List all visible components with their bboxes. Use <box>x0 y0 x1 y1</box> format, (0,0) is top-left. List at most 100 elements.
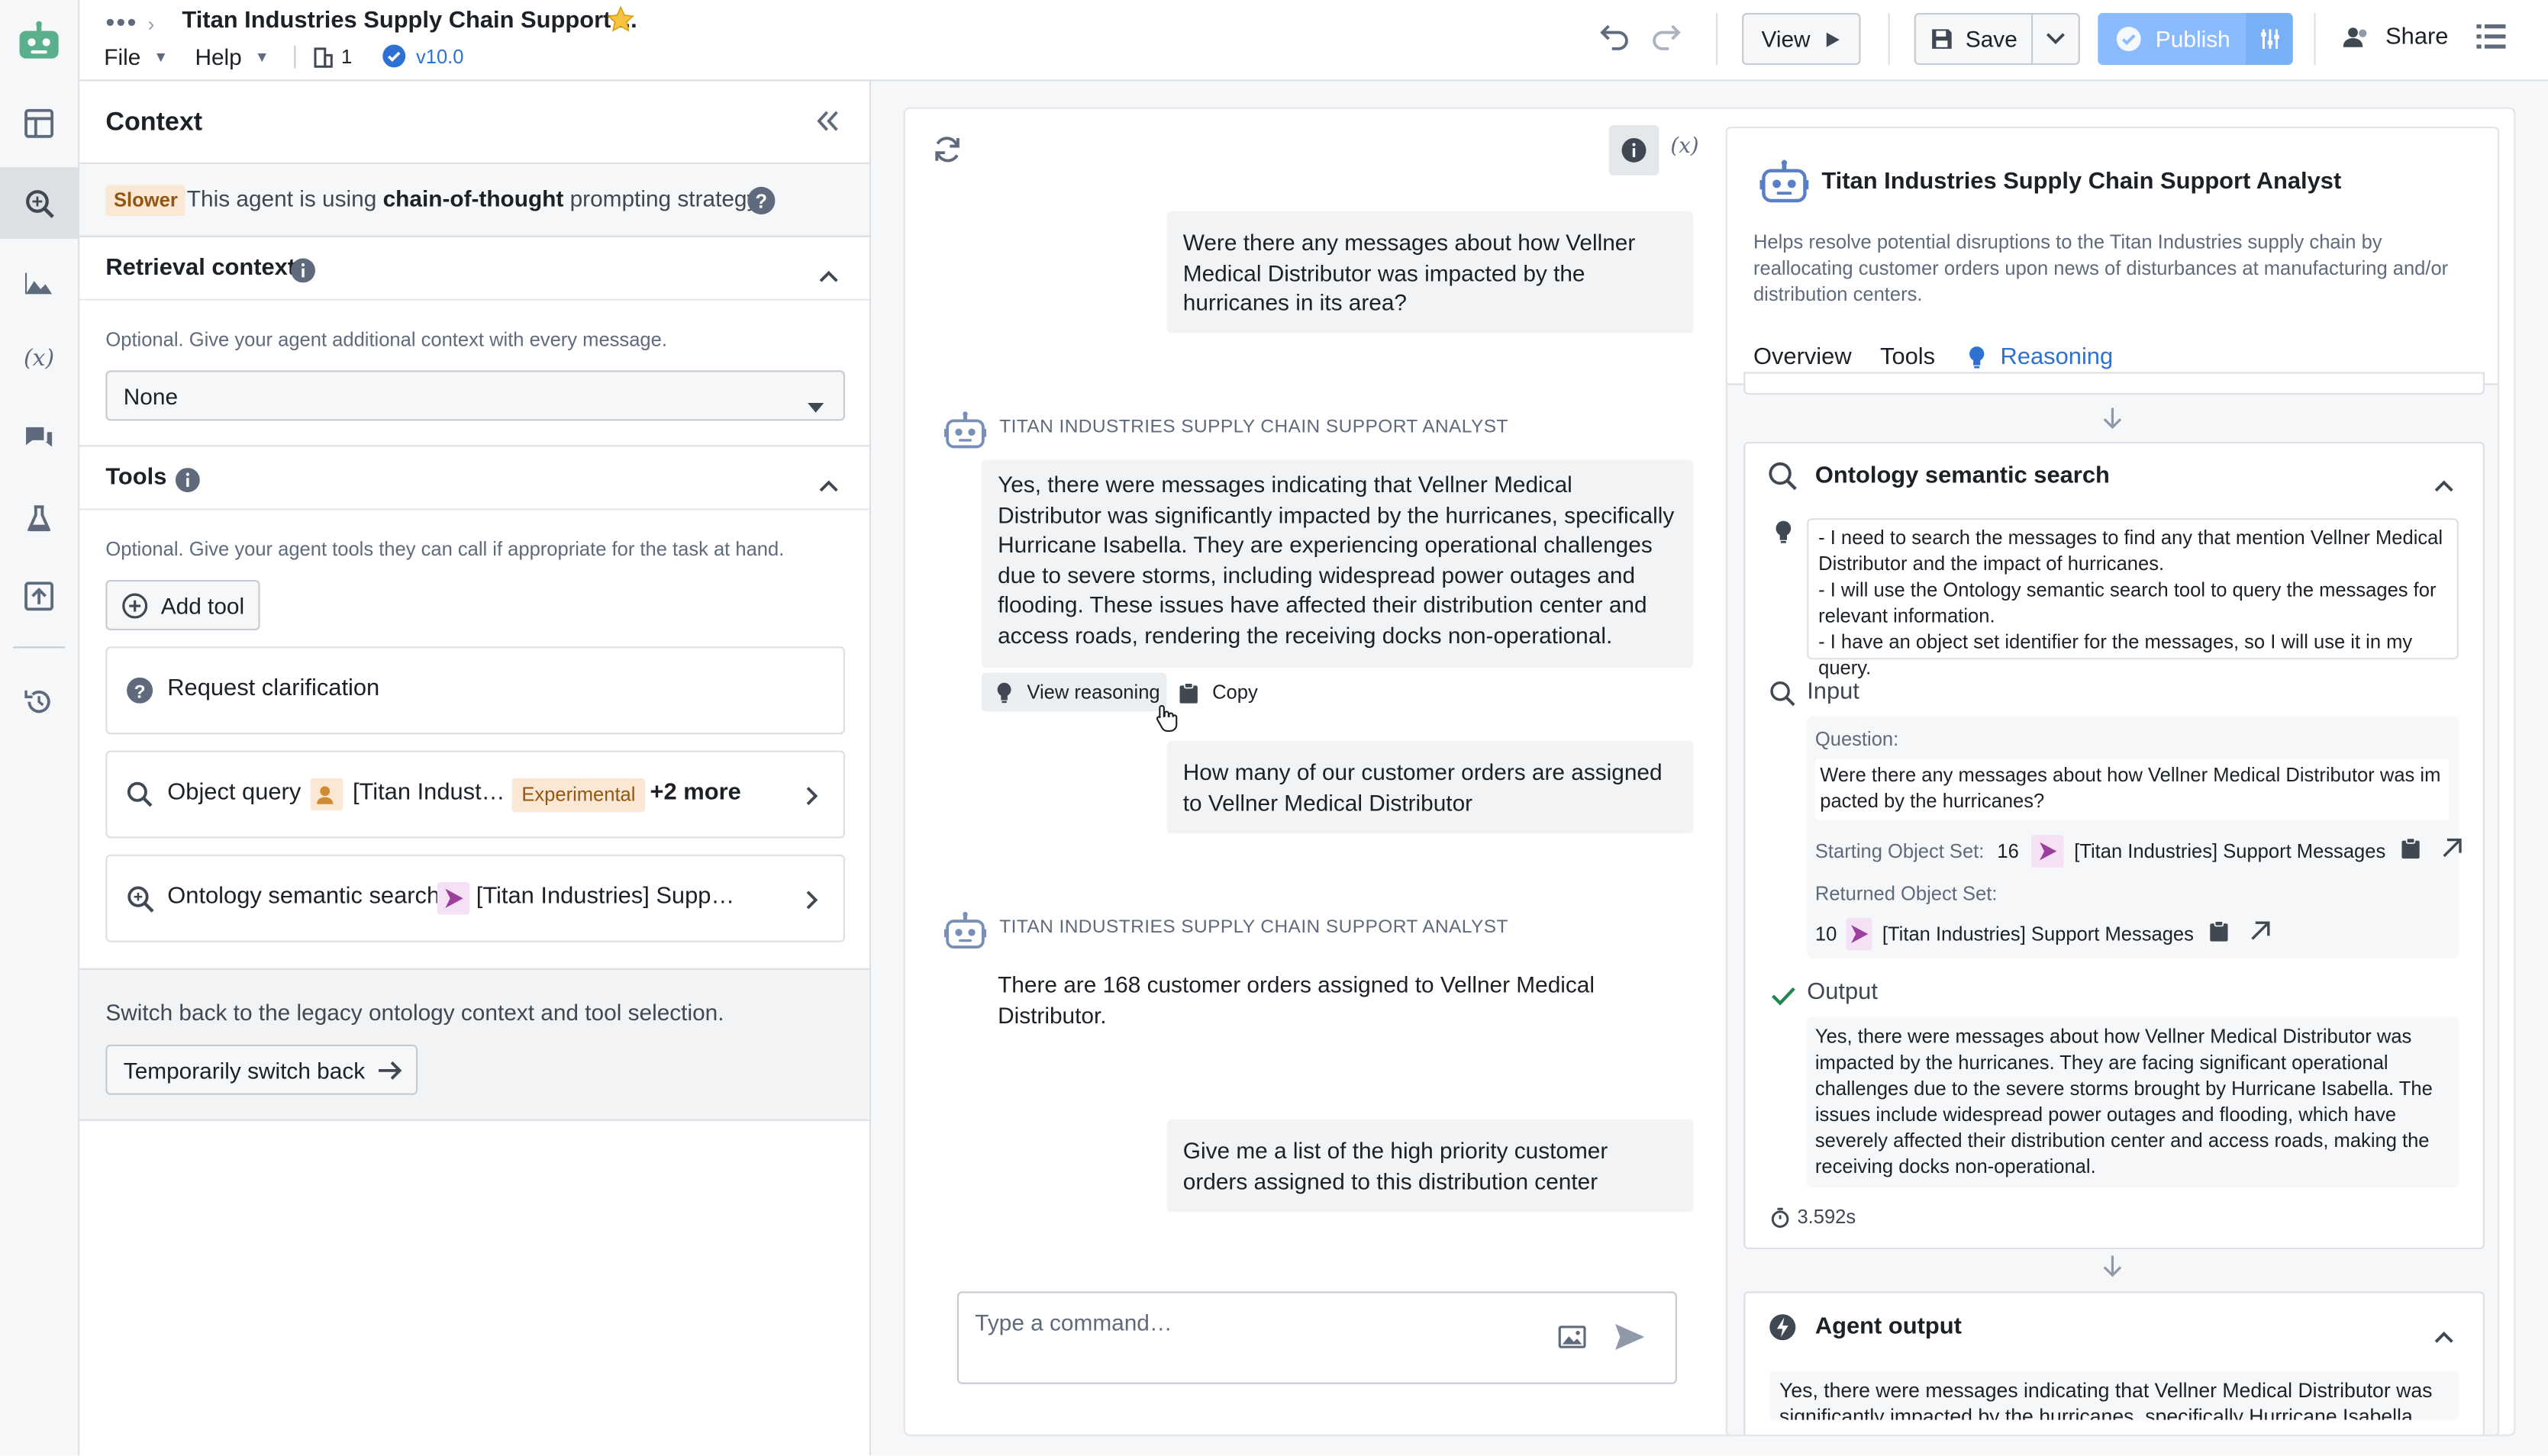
share-button[interactable]: Share <box>2343 24 2448 50</box>
send-icon[interactable] <box>1614 1322 1647 1357</box>
agent-avatar-icon <box>943 911 987 955</box>
redo-icon[interactable] <box>1650 21 1682 56</box>
ontology-semantic-search-card: Ontology semantic search - I need to sea… <box>1743 442 2485 1250</box>
image-upload-icon[interactable] <box>1558 1326 1586 1353</box>
tools-info-icon[interactable] <box>175 468 200 497</box>
temporarily-switch-back-button[interactable]: Temporarily switch back <box>105 1044 418 1095</box>
properties-list-icon[interactable] <box>2476 23 2506 56</box>
save-disk-icon <box>1931 29 1951 49</box>
tool-card-request-clarification[interactable]: ? Request clarification <box>105 646 845 735</box>
branch-indicator[interactable]: 1 <box>314 46 352 68</box>
input-search-icon <box>1769 681 1795 711</box>
stopwatch-icon <box>1771 1206 1789 1227</box>
history-icon[interactable] <box>0 666 78 738</box>
search-icon <box>127 781 153 812</box>
agent-name-label: Titan Industries Supply Chain Support An… <box>999 417 1508 437</box>
table-view-icon[interactable] <box>0 88 78 159</box>
retrieval-context-select[interactable]: None <box>105 370 845 421</box>
search-icon <box>1768 462 1797 496</box>
publish-button[interactable]: Publish <box>2098 13 2248 66</box>
publish-upload-icon[interactable] <box>0 560 78 632</box>
open-external-arrow-icon[interactable] <box>2250 921 2270 947</box>
add-tool-button[interactable]: Add tool <box>105 579 260 630</box>
save-options-chevron-icon[interactable] <box>2031 13 2080 66</box>
question-value: Were there any messages about how Vellne… <box>1814 759 2450 821</box>
semantic-search-icon <box>127 885 154 918</box>
user-message: How many of our customer orders are assi… <box>1166 740 1694 834</box>
variables-icon[interactable]: (x) <box>0 324 78 395</box>
agent-output-card: Agent output Yes, there were messages in… <box>1743 1291 2485 1435</box>
agent-details-panel: Titan Industries Supply Chain Support An… <box>1725 127 2500 1436</box>
chevron-right-icon: › <box>147 13 155 36</box>
collapse-chevron-up-icon[interactable] <box>2434 471 2454 497</box>
chevron-right-icon <box>806 888 819 914</box>
file-menu[interactable]: File ▼ <box>104 43 168 69</box>
agent-avatar-icon <box>943 411 987 455</box>
tab-overview[interactable]: Overview <box>1753 344 1852 370</box>
previous-step-card <box>1743 372 2485 395</box>
open-external-arrow-icon[interactable] <box>2443 838 2463 864</box>
tool-card-object-query[interactable]: Object query [Titan Indust… Experimental… <box>105 750 845 839</box>
slower-badge: Slower <box>105 185 186 217</box>
agent-panel-avatar-icon <box>1759 159 1809 210</box>
branch-icon <box>314 47 333 67</box>
chat-bubbles-icon[interactable] <box>0 403 78 475</box>
question-circle-icon: ? <box>127 677 153 708</box>
info-toggle-button[interactable] <box>1608 124 1659 176</box>
agent-name-label: Titan Industries Supply Chain Support An… <box>999 917 1508 938</box>
thought-lightbulb-icon <box>1775 520 1792 549</box>
arrow-down-icon <box>2103 407 2123 435</box>
share-people-icon <box>2343 27 2367 47</box>
collapse-panel-chevrons-icon[interactable] <box>816 111 839 137</box>
reasoning-timeline: Ontology semantic search - I need to sea… <box>1727 372 2498 1435</box>
clipboard-icon <box>1179 681 1198 703</box>
agent-message: Yes, there were messages indicating that… <box>981 459 1694 668</box>
version-badge[interactable]: v10.0 <box>382 43 463 68</box>
publish-settings-sliders-icon[interactable] <box>2246 13 2293 66</box>
context-search-icon[interactable] <box>0 167 79 239</box>
context-title: Context <box>105 108 203 137</box>
more-dots-icon[interactable]: ••• <box>105 10 137 39</box>
view-reasoning-button[interactable]: View reasoning <box>981 672 1167 712</box>
app-header: ••• › Titan Industries Supply Chain Supp… <box>79 0 2548 82</box>
copy-clipboard-icon[interactable] <box>2210 920 2228 949</box>
flask-icon[interactable] <box>0 482 78 554</box>
refresh-icon[interactable] <box>933 135 962 169</box>
retrieval-description: Optional. Give your agent additional con… <box>105 328 667 351</box>
output-check-icon <box>1771 984 1795 1010</box>
undo-icon[interactable] <box>1599 21 1632 56</box>
tools-chevron-up-icon[interactable] <box>819 471 839 497</box>
thought-text: - I need to search the messages to find … <box>1807 518 2459 679</box>
svg-text:?: ? <box>756 191 768 212</box>
view-button[interactable]: View <box>1742 13 1861 66</box>
agent-output-text: Yes, there were messages indicating that… <box>1769 1371 2459 1420</box>
lightbulb-icon <box>997 681 1011 703</box>
plus-circle-icon <box>122 592 148 618</box>
info-icon <box>1621 137 1647 163</box>
chevron-up-icon[interactable] <box>819 262 839 288</box>
returned-object-set: 10 [Titan Industries] Support Messages <box>1807 913 2270 955</box>
arrow-down-icon <box>2103 1255 2123 1284</box>
help-menu[interactable]: Help ▼ <box>195 43 269 69</box>
command-input[interactable]: Type a command… <box>956 1291 1677 1384</box>
user-message: Give me a list of the high priority cust… <box>1166 1119 1694 1213</box>
copy-button[interactable]: Copy <box>1179 672 1258 711</box>
agent-robot-logo-icon[interactable] <box>0 3 78 78</box>
more-objects-count: +2 more <box>650 779 741 806</box>
collapse-chevron-up-icon[interactable] <box>2434 1322 2454 1348</box>
tools-section-header[interactable]: Tools <box>79 445 869 511</box>
mountain-image-icon[interactable] <box>0 247 78 319</box>
tab-tools[interactable]: Tools <box>1880 344 1935 370</box>
tab-reasoning[interactable]: Reasoning <box>1968 344 2113 370</box>
verified-check-icon <box>382 44 406 68</box>
retrieval-context-header[interactable]: Retrieval context <box>79 235 869 301</box>
variables-toggle[interactable]: (x) <box>1670 135 1698 159</box>
tool-card-ontology-semantic-search[interactable]: Ontology semantic search [Titan Industri… <box>105 854 845 942</box>
info-icon[interactable] <box>291 258 315 287</box>
object-type-person-icon <box>310 778 343 811</box>
copy-clipboard-icon[interactable] <box>2401 836 2420 865</box>
help-circle-icon[interactable]: ? <box>747 186 776 220</box>
lightbulb-icon <box>1969 346 1985 369</box>
star-icon[interactable] <box>606 5 635 39</box>
save-button[interactable]: Save <box>1914 13 2034 66</box>
